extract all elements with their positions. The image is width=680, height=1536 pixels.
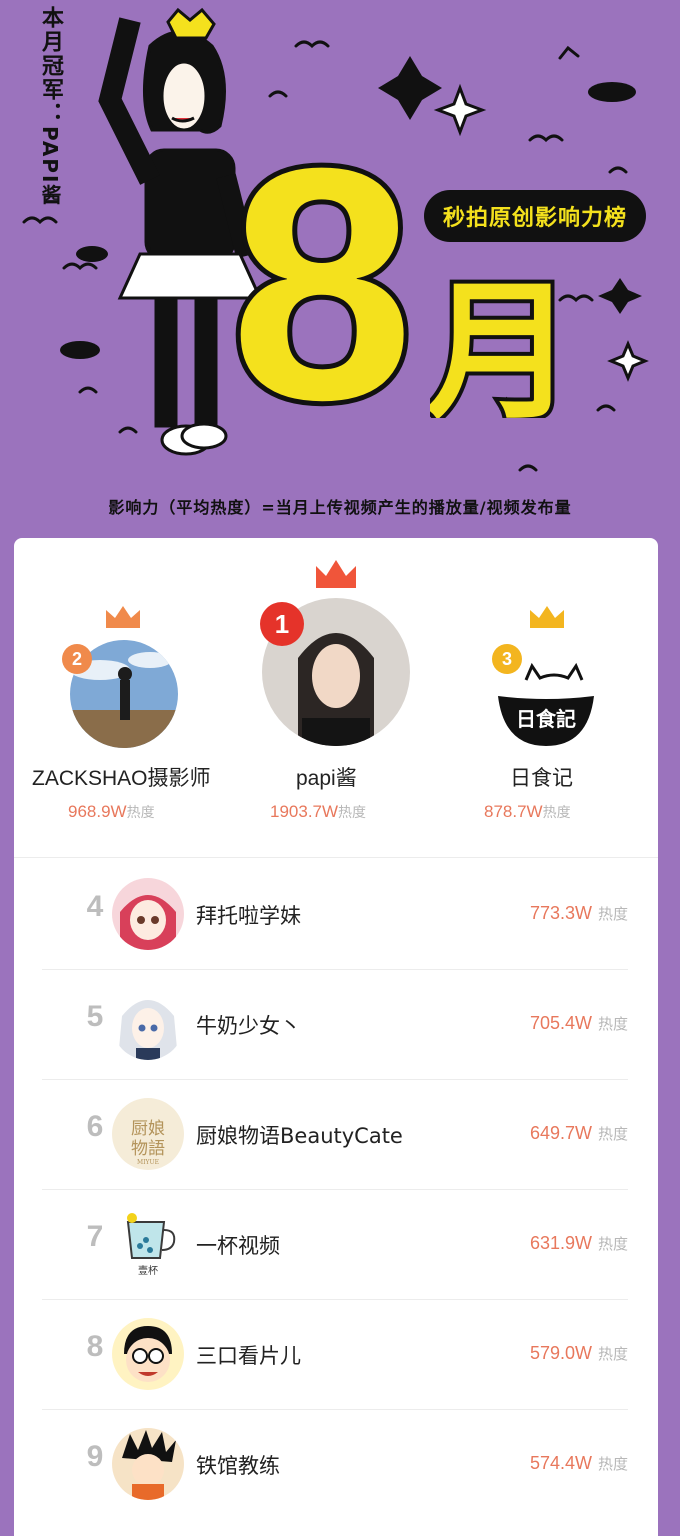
- podium-name: 日食记: [510, 767, 573, 790]
- avatar-logo-text: 厨娘物語: [131, 1119, 165, 1159]
- list-name: 拜托啦学妹: [196, 904, 301, 928]
- podium-name: ZACKSHAO摄影师: [32, 767, 211, 790]
- heat-value: 968.9W: [68, 802, 127, 821]
- heat-value: 579.0W: [529, 1343, 592, 1363]
- heat-unit: 热度: [597, 1346, 628, 1363]
- ranking-card: 2 ZACKSHAO摄影师 968.9W热度 1 papi酱 1903.7W热度…: [14, 538, 658, 1536]
- month-number-text: 8: [230, 108, 414, 428]
- crown-icon: [106, 606, 140, 628]
- champion-name: PAPI酱: [38, 126, 62, 207]
- avatar-cup-logo: 壹杯: [112, 1208, 184, 1280]
- heat-unit: 热度: [597, 1126, 628, 1143]
- list-heat: 631.9W 热度: [530, 1233, 628, 1254]
- avatar[interactable]: 厨娘物語 MIYUE: [112, 1098, 184, 1170]
- ribbon-title: 秒拍原创影响力榜: [424, 190, 646, 242]
- month-char: 月: [430, 262, 570, 418]
- heat-value: 574.4W: [529, 1453, 592, 1473]
- champion-label: 本月冠军：: [38, 6, 63, 126]
- heat-value: 705.4W: [529, 1013, 592, 1033]
- month-char-text: 月: [430, 266, 570, 418]
- avatar-milk-girl-image: [112, 988, 184, 1060]
- list-name: 铁馆教练: [196, 1454, 280, 1478]
- heat-value: 631.9W: [529, 1233, 592, 1253]
- rank-number: 9: [86, 1440, 104, 1473]
- podium-heat: 968.9W热度: [68, 802, 155, 822]
- rank-number: 4: [86, 890, 104, 923]
- avatar[interactable]: [112, 1318, 184, 1390]
- avatar-goku-image: [112, 1428, 184, 1500]
- avatar[interactable]: 壹杯: [112, 1208, 184, 1280]
- poster-header: 本月冠军：PAPI酱 8 秒拍原创影响力榜 月 影响力（平均热度）=当月上传视频…: [0, 0, 680, 540]
- avatar-chuniang-logo: 厨娘物語 MIYUE: [112, 1098, 184, 1170]
- list-item-rank-8[interactable]: 8 三口看片儿 579.0W 热度: [42, 1300, 628, 1410]
- heat-unit: 热度: [597, 906, 628, 923]
- list-heat: 579.0W 热度: [530, 1343, 628, 1364]
- rank-badge: 3: [492, 644, 522, 674]
- heat-unit: 热度: [126, 804, 155, 820]
- influence-formula: 影响力（平均热度）=当月上传视频产生的播放量/视频发布量: [108, 498, 572, 517]
- big-month-number: 8: [225, 108, 419, 428]
- rank-number: 8: [86, 1330, 104, 1363]
- heat-unit: 热度: [542, 804, 571, 820]
- rank-badge: 1: [260, 602, 304, 646]
- list-heat: 574.4W 热度: [530, 1453, 628, 1474]
- avatar[interactable]: [112, 878, 184, 950]
- crown-icon: [316, 560, 356, 588]
- heat-value: 1903.7W: [270, 802, 339, 821]
- list-heat: 773.3W 热度: [530, 903, 628, 924]
- avatar-logo-text: 日食記: [516, 707, 576, 731]
- avatar-nobita-image: [112, 1318, 184, 1390]
- podium-heat: 1903.7W热度: [270, 802, 366, 822]
- avatar[interactable]: [112, 988, 184, 1060]
- champion-caption: 本月冠军：PAPI酱: [36, 6, 66, 206]
- avatar-logo-text: 壹杯: [138, 1264, 158, 1277]
- list-name: 厨娘物语BeautyCate: [196, 1124, 403, 1148]
- heat-unit: 热度: [338, 804, 367, 820]
- podium-top3: 2 ZACKSHAO摄影师 968.9W热度 1 papi酱 1903.7W热度…: [14, 538, 658, 858]
- avatar-anime-girl-image: [112, 878, 184, 950]
- list-item-rank-5[interactable]: 5 牛奶少女丶 705.4W 热度: [42, 970, 628, 1080]
- heat-value: 878.7W: [484, 802, 543, 821]
- heat-unit: 热度: [597, 1236, 628, 1253]
- list-item-rank-6[interactable]: 6 厨娘物語 MIYUE 厨娘物语BeautyCate 649.7W 热度: [42, 1080, 628, 1190]
- podium-heat: 878.7W热度: [484, 802, 571, 822]
- rank-number: 6: [86, 1110, 104, 1143]
- heat-unit: 热度: [597, 1456, 628, 1473]
- avatar[interactable]: [112, 1428, 184, 1500]
- crown-icon: [530, 606, 564, 628]
- list-item-rank-9[interactable]: 9 铁馆教练 574.4W 热度: [42, 1410, 628, 1520]
- list-heat: 705.4W 热度: [530, 1013, 628, 1034]
- list-item-rank-7[interactable]: 7 壹杯 一杯视频 631.9W 热度: [42, 1190, 628, 1300]
- rank-badge: 2: [62, 644, 92, 674]
- list-item-rank-4[interactable]: 4 拜托啦学妹 773.3W 热度: [42, 860, 628, 970]
- heat-value: 649.7W: [529, 1123, 592, 1143]
- podium-name: papi酱: [296, 767, 357, 790]
- heat-unit: 热度: [597, 1016, 628, 1033]
- list-heat: 649.7W 热度: [530, 1123, 628, 1144]
- rank-number: 5: [86, 1000, 104, 1033]
- rank-number: 7: [86, 1220, 104, 1253]
- avatar-logo-subtext: MIYUE: [137, 1159, 159, 1166]
- list-name: 一杯视频: [196, 1234, 280, 1258]
- list-name: 牛奶少女丶: [196, 1014, 301, 1038]
- list-name: 三口看片儿: [196, 1344, 301, 1368]
- heat-value: 773.3W: [529, 903, 592, 923]
